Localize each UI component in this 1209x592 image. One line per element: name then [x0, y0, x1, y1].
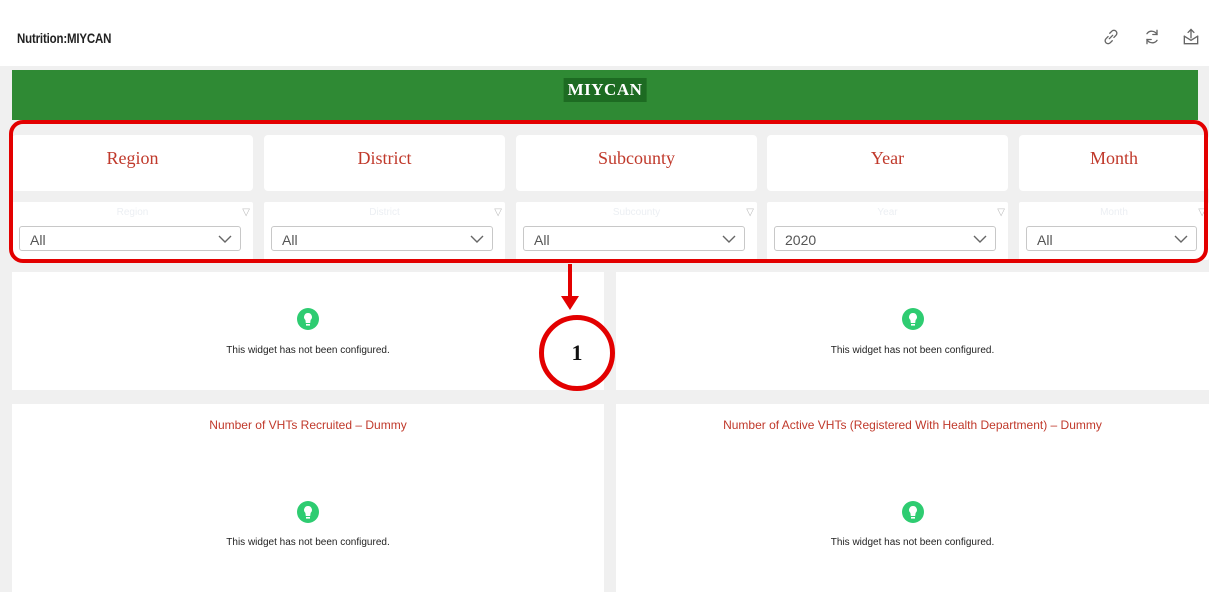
- region-select-value: All: [30, 232, 46, 248]
- year-select-value: 2020: [785, 232, 817, 248]
- lightbulb-icon: [901, 308, 924, 330]
- district-select-value: All: [282, 232, 298, 248]
- chevron-down-icon: [217, 231, 233, 247]
- filter-bar: Region District Subcounty Year Month Reg…: [10, 126, 1209, 266]
- chevron-down-icon: [1173, 231, 1189, 247]
- chevron-down-icon: [469, 231, 485, 247]
- subcounty-filter-placeholder: Subcounty: [612, 207, 661, 218]
- widget-message: This widget has not been configured.: [226, 345, 390, 356]
- widget-active-vhts: Number of Active VHTs (Registered With H…: [616, 404, 1209, 592]
- month-filter: Month ▽ All: [1019, 202, 1209, 260]
- subcounty-filter: Subcounty ▽ All: [516, 202, 757, 260]
- chevron-down-icon: [972, 231, 988, 247]
- district-filter-placeholder: District: [369, 207, 400, 218]
- year-filter-placeholder: Year: [877, 207, 898, 218]
- subcounty-select-value: All: [534, 232, 550, 248]
- region-filter-placeholder: Region: [116, 207, 149, 218]
- funnel-icon[interactable]: ▽: [746, 207, 754, 218]
- chevron-down-icon: [721, 231, 737, 247]
- page-title: Nutrition:MIYCAN: [17, 30, 112, 46]
- subcounty-select[interactable]: All: [523, 226, 745, 251]
- miycan-banner: MIYCAN: [12, 70, 1198, 120]
- widget-message: This widget has not been configured.: [226, 537, 390, 548]
- lightbulb-icon: [297, 308, 319, 330]
- funnel-icon[interactable]: ▽: [242, 207, 250, 218]
- funnel-icon[interactable]: ▽: [997, 207, 1005, 218]
- region-filter: Region ▽ All: [12, 202, 253, 260]
- filter-label-region: Region: [12, 135, 253, 191]
- refresh-icon[interactable]: [1142, 27, 1162, 47]
- year-filter: Year ▽ 2020: [767, 202, 1008, 260]
- widget-message: This widget has not been configured.: [830, 345, 995, 356]
- filter-label-month: Month: [1019, 135, 1209, 191]
- filter-label-district: District: [264, 135, 505, 191]
- link-icon[interactable]: [1101, 27, 1121, 47]
- filter-label-year: Year: [767, 135, 1008, 191]
- lightbulb-icon: [297, 501, 319, 523]
- widget-top-left: This widget has not been configured.: [12, 272, 604, 390]
- widget-title: Number of Active VHTs (Registered With H…: [723, 418, 1102, 432]
- district-select[interactable]: All: [271, 226, 493, 251]
- year-select[interactable]: 2020: [774, 226, 996, 251]
- region-select[interactable]: All: [19, 226, 241, 251]
- lightbulb-icon: [901, 501, 924, 523]
- widget-vhts-recruited: Number of VHTs Recruited – Dummy This wi…: [12, 404, 604, 592]
- dashboard-header: Nutrition:MIYCAN: [0, 0, 1209, 66]
- funnel-icon[interactable]: ▽: [494, 207, 502, 218]
- funnel-icon[interactable]: ▽: [1198, 207, 1206, 218]
- district-filter: District ▽ All: [264, 202, 505, 260]
- widget-top-right: This widget has not been configured.: [616, 272, 1209, 390]
- month-filter-placeholder: Month: [1100, 207, 1128, 218]
- export-icon[interactable]: [1181, 27, 1201, 47]
- month-select[interactable]: All: [1026, 226, 1197, 251]
- filter-label-subcounty: Subcounty: [516, 135, 757, 191]
- widget-title: Number of VHTs Recruited – Dummy: [209, 418, 407, 432]
- month-select-value: All: [1037, 232, 1053, 248]
- widget-message: This widget has not been configured.: [830, 537, 995, 548]
- annotation-callout-number: 1: [539, 315, 615, 391]
- banner-title: MIYCAN: [563, 78, 647, 102]
